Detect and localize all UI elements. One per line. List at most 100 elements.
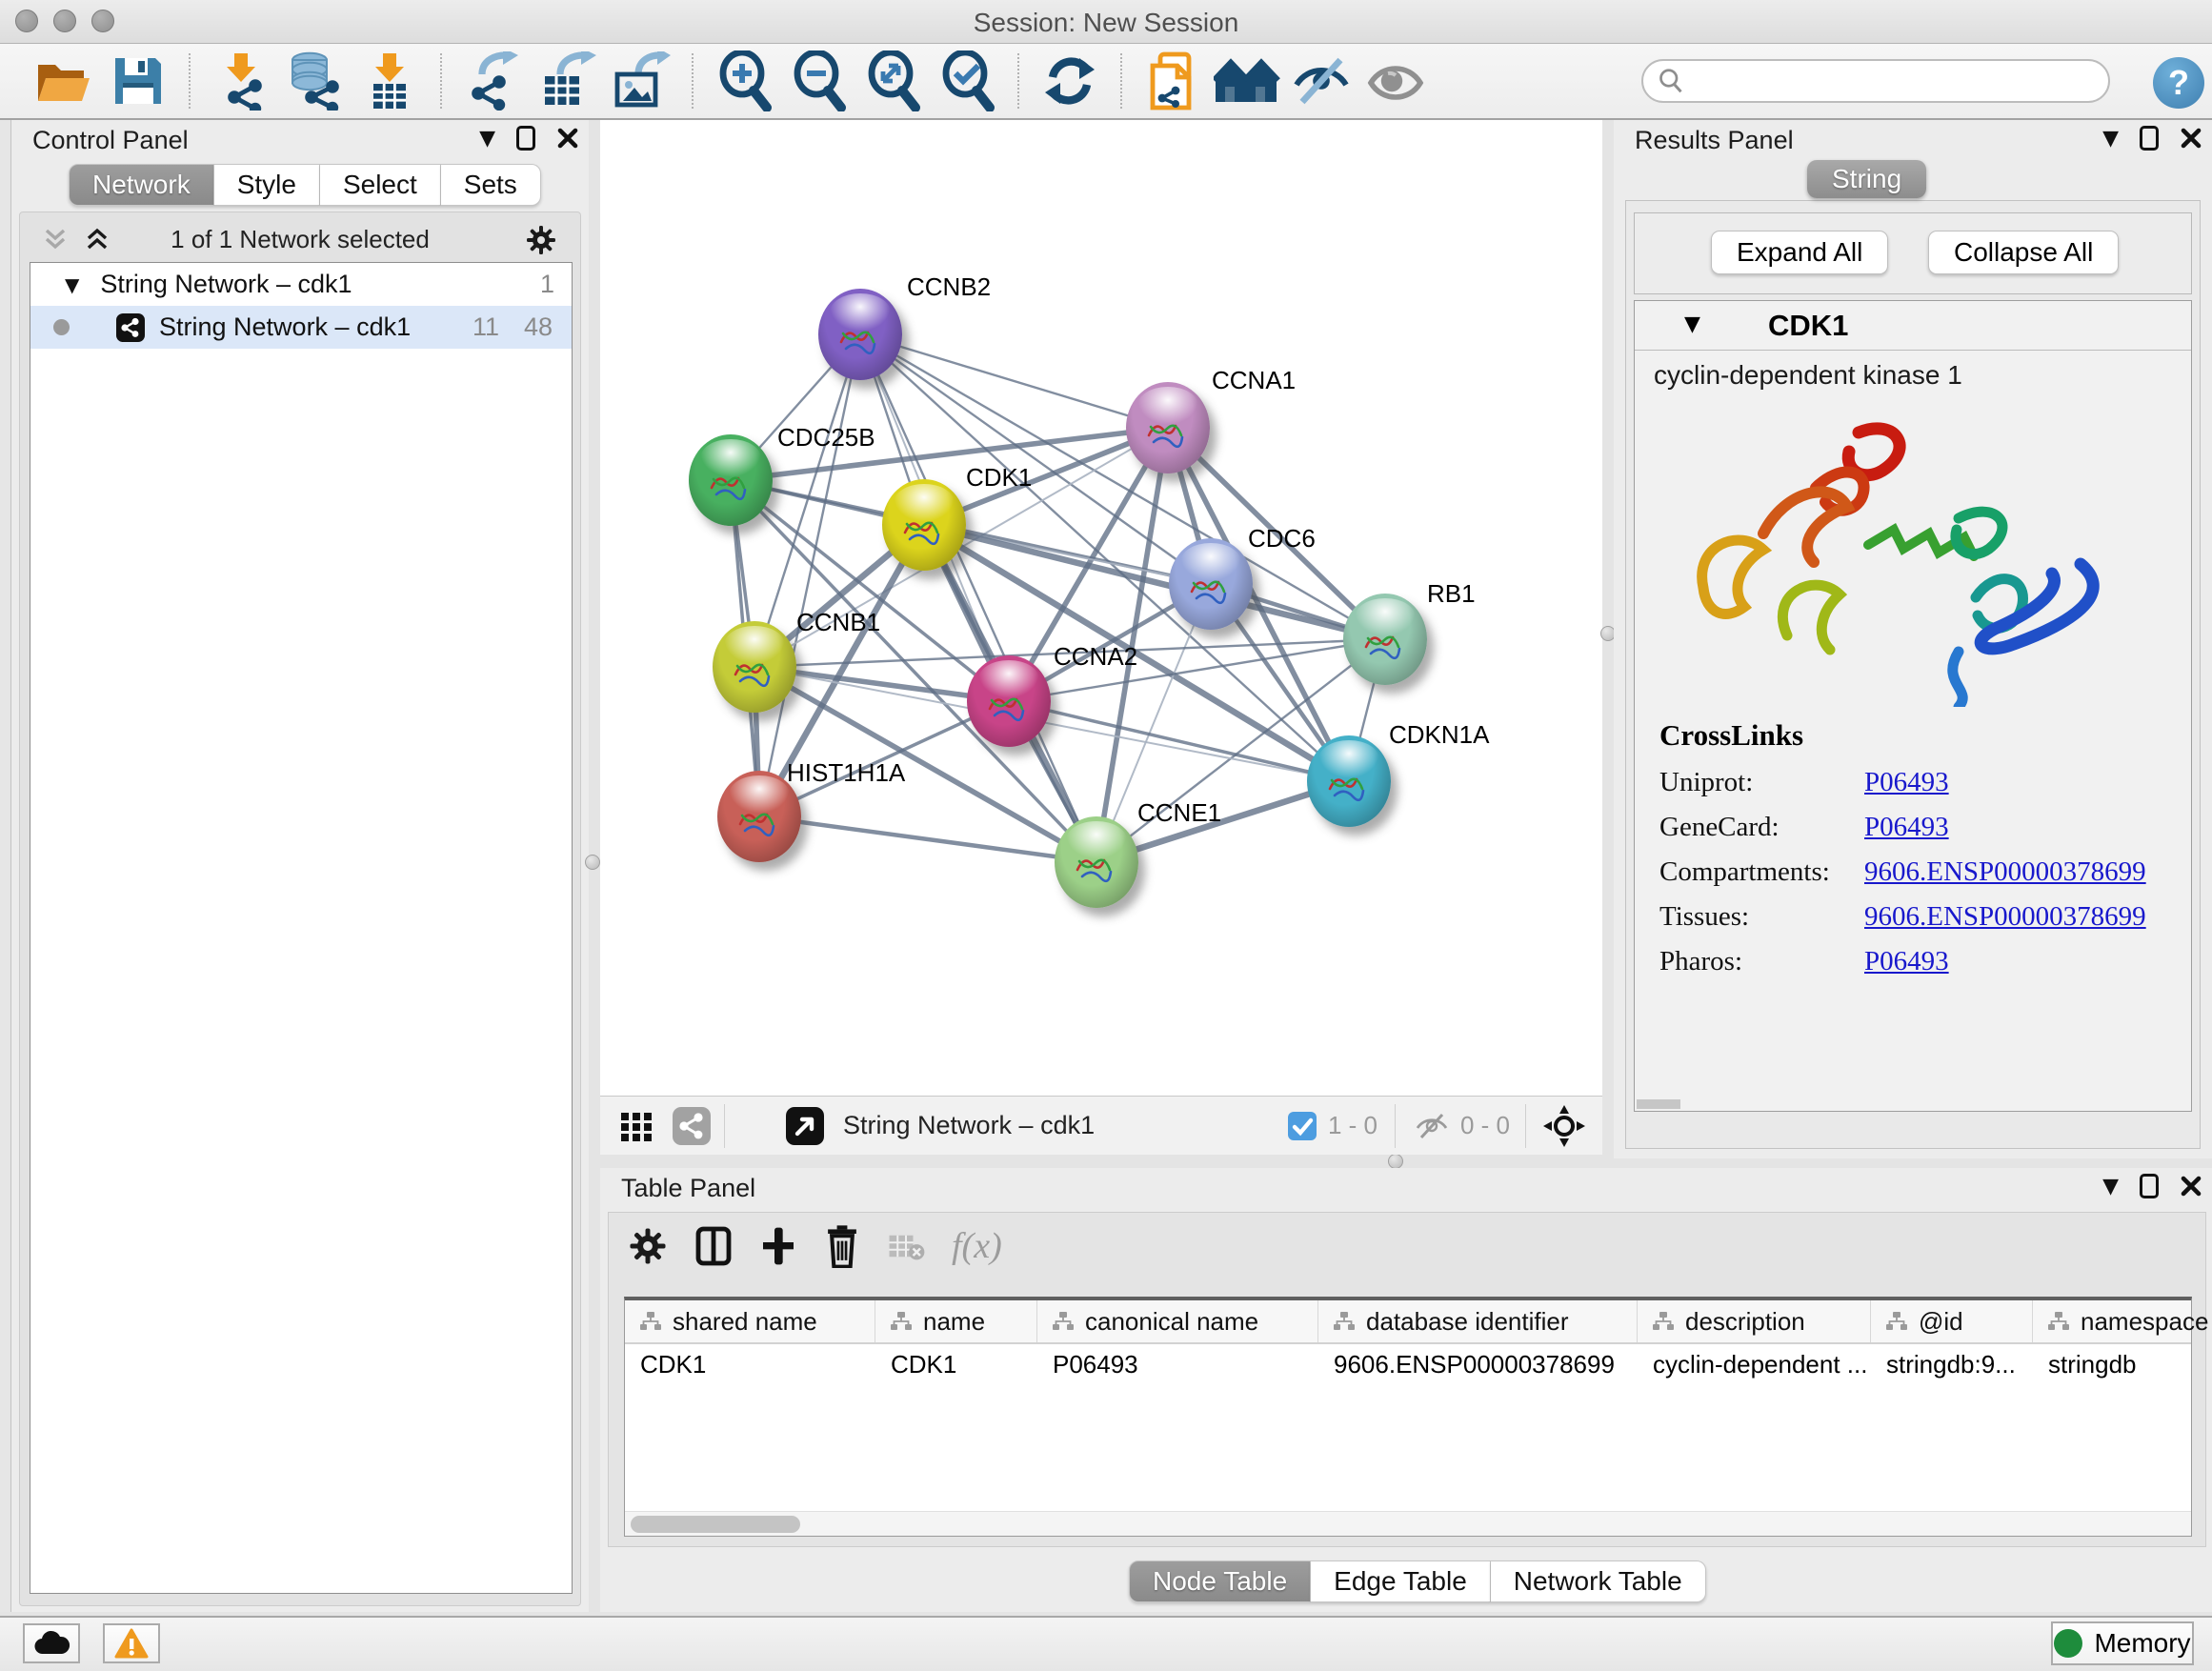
panel-close-icon[interactable] [556,127,579,150]
panel-menu-icon[interactable]: ▼ [2102,127,2119,151]
network-node-cdkn1a[interactable] [1307,735,1391,827]
network-canvas[interactable]: CCNB2CCNA1CDC25BCDK1CDC6RB1CCNB1CCNA2CDK… [600,120,1602,1096]
crosslink-link[interactable]: 9606.ENSP00000378699 [1864,856,2146,888]
export-image-button[interactable] [604,47,678,115]
table-settings-gear-icon[interactable] [628,1226,668,1266]
tab-node-table[interactable]: Node Table [1129,1560,1311,1602]
tree-expand-icon[interactable]: ▼ [65,273,79,296]
crosslink-link[interactable]: P06493 [1864,946,1949,977]
show-columns-icon[interactable] [694,1225,733,1267]
selected-checkbox-icon[interactable] [1286,1110,1318,1142]
zoom-out-button[interactable] [781,47,855,115]
cloud-status-button[interactable] [23,1623,80,1663]
grid-mode-icon[interactable] [617,1107,655,1145]
network-node-label: HIST1H1A [787,758,905,788]
network-node-ccnb2[interactable] [818,289,902,380]
gene-section-scrollbar[interactable] [1637,1099,1680,1109]
panel-close-icon[interactable] [2180,127,2202,150]
network-state-dot [53,319,70,335]
network-node-cdc6[interactable] [1169,538,1253,630]
crosshair-icon[interactable] [1541,1103,1587,1149]
export-table-button[interactable] [530,47,604,115]
panel-float-icon[interactable] [2140,1174,2159,1198]
column-header-namespace[interactable]: namespace [2033,1300,2212,1342]
gene-collapse-icon[interactable]: ▼ [1684,312,1700,336]
panel-close-icon[interactable] [2180,1175,2202,1198]
refresh-view-button[interactable] [1033,47,1107,115]
tab-sets[interactable]: Sets [441,164,541,206]
expand-all-button[interactable]: Expand All [1711,231,1888,274]
table-row[interactable]: CDK1CDK1P064939606.ENSP00000378699cyclin… [625,1344,2191,1384]
birds-eye-view-icon[interactable] [784,1105,826,1147]
column-header-shared-name[interactable]: shared name [625,1300,875,1342]
zoom-selected-button[interactable] [930,47,1004,115]
duplicate-network-button[interactable] [1136,47,1210,115]
crosslink-link[interactable]: P06493 [1864,812,1949,843]
delete-column-trash-icon[interactable] [824,1224,860,1268]
network-node-ccne1[interactable] [1055,816,1138,908]
network-node-ccna2[interactable] [967,655,1051,747]
toolbar-search [1641,59,2110,103]
export-network-button[interactable] [455,47,530,115]
import-table-file-button[interactable] [352,47,427,115]
zoom-in-button[interactable] [707,47,781,115]
panel-menu-icon[interactable]: ▼ [479,127,495,151]
import-network-file-button[interactable] [204,47,278,115]
level-of-detail-button[interactable] [1358,47,1433,115]
zoom-fit-button[interactable] [855,47,930,115]
gene-section-header[interactable]: ▼ CDK1 [1635,301,2191,351]
column-header-database-identifier[interactable]: database identifier [1318,1300,1638,1342]
column-header-label: canonical name [1085,1307,1258,1337]
network-node-rb1[interactable] [1343,594,1427,685]
column-header-canonical-name[interactable]: canonical name [1037,1300,1318,1342]
column-header-label: namespace [2081,1307,2208,1337]
help-button[interactable]: ? [2153,57,2204,109]
collapsed-panel-strip[interactable] [0,120,11,1612]
hidden-counts: 0 - 0 [1460,1111,1510,1140]
memory-button[interactable]: Memory [2051,1621,2194,1665]
network-node-cdk1[interactable] [882,479,966,571]
status-bar: Memory [0,1616,2212,1671]
network-node-cdc25b[interactable] [689,434,773,526]
hscrollbar-thumb[interactable] [631,1516,800,1533]
crosslink-link[interactable]: P06493 [1864,767,1949,798]
protein-structure-image [1673,412,2121,707]
control-panel-header: Control Panel ▼ [11,120,589,162]
column-header-description[interactable]: description [1638,1300,1871,1342]
tab-network-table[interactable]: Network Table [1491,1560,1706,1602]
horizontal-splitter-handle[interactable] [1388,1154,1403,1169]
search-input[interactable] [1685,62,2108,100]
save-session-button[interactable] [101,47,175,115]
network-node-ccnb1[interactable] [713,621,796,713]
tab-network[interactable]: Network [69,164,214,206]
hidden-eye-icon[interactable] [1413,1110,1451,1142]
string-query-button[interactable] [1210,47,1284,115]
import-network-database-button[interactable] [278,47,352,115]
gear-icon[interactable] [525,224,557,256]
network-node-ccna1[interactable] [1126,382,1210,473]
crosslink-link[interactable]: 9606.ENSP00000378699 [1864,901,2146,933]
tab-edge-table[interactable]: Edge Table [1311,1560,1491,1602]
network-collection-row[interactable]: ▼ String Network – cdk1 1 [30,263,572,306]
gene-section: ▼ CDK1 cyclin-dependent kinase 1 [1634,300,2192,1112]
open-session-button[interactable] [27,47,101,115]
network-mode-icon[interactable] [671,1105,713,1147]
panel-menu-icon[interactable]: ▼ [2102,1175,2119,1198]
tab-string[interactable]: String [1807,160,1926,198]
table-cell: CDK1 [875,1344,1037,1384]
tab-style[interactable]: Style [214,164,320,206]
table-cell: 9606.ENSP00000378699 [1318,1344,1638,1384]
hide-selected-button[interactable] [1284,47,1358,115]
add-column-icon[interactable] [759,1225,797,1267]
left-splitter-handle[interactable] [585,855,600,870]
string-results-body: Expand All Collapse All ▼ CDK1 cyclin-de… [1625,200,2201,1149]
tab-select[interactable]: Select [320,164,441,206]
collapse-all-button[interactable]: Collapse All [1928,231,2119,274]
column-header-name[interactable]: name [875,1300,1037,1342]
panel-float-icon[interactable] [516,126,535,151]
node-gloss [729,775,789,814]
column-header-id[interactable]: @id [1871,1300,2033,1342]
panel-float-icon[interactable] [2140,126,2159,151]
network-row-selected[interactable]: String Network – cdk1 11 48 [30,306,572,349]
warnings-button[interactable] [103,1623,160,1663]
